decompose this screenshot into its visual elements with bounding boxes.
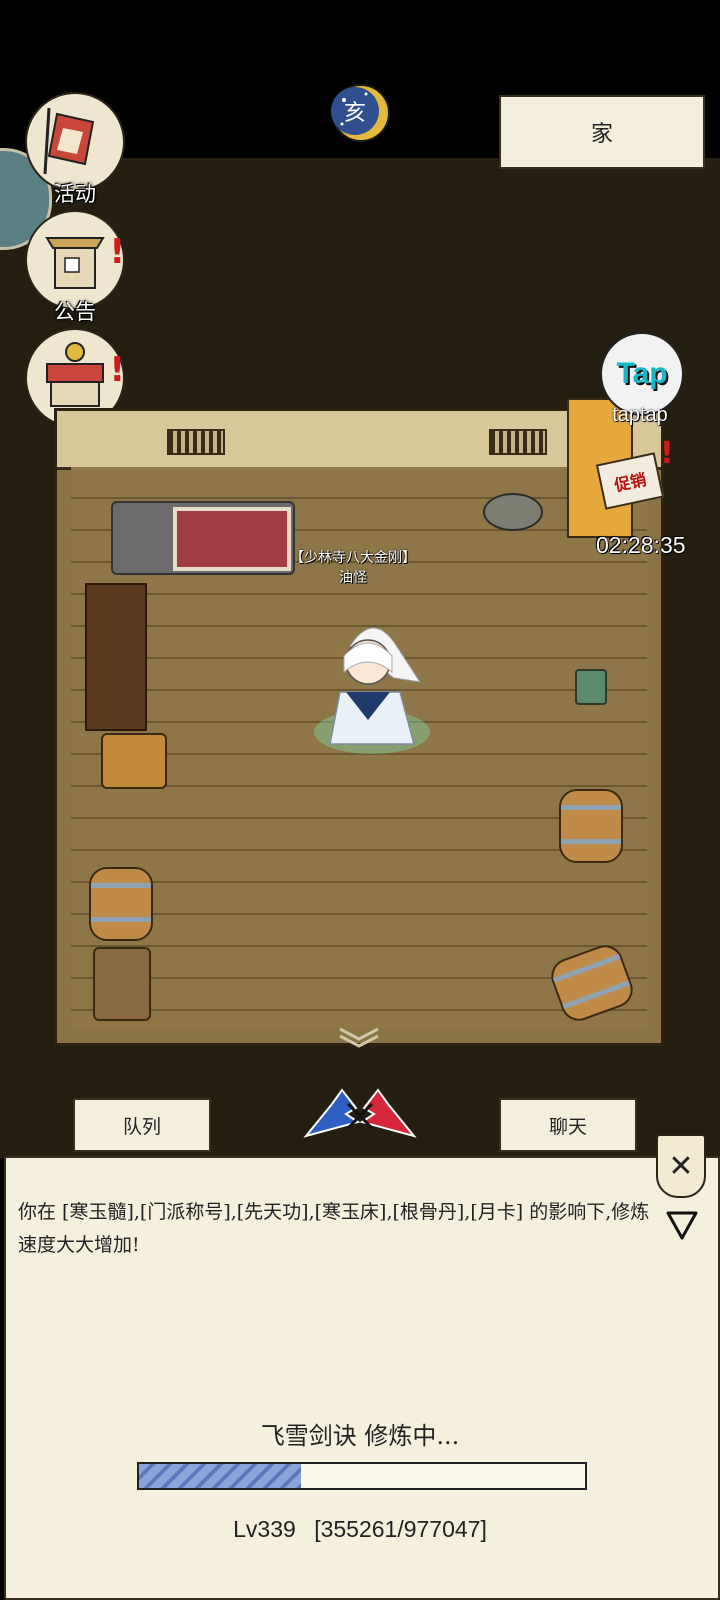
player-character[interactable]: [310, 612, 434, 760]
training-progress-fill: [139, 1464, 302, 1488]
storage-chest[interactable]: [93, 947, 151, 1021]
shop-alert-badge: !: [109, 350, 125, 390]
location-label: 家: [499, 95, 705, 169]
taptap-logo-text: Tap: [616, 357, 668, 390]
training-progress-bar: [137, 1462, 587, 1490]
barrel[interactable]: [559, 789, 623, 863]
wall-vent: [489, 429, 547, 455]
npc-title: 【少林寺八大金刚】: [290, 550, 416, 566]
turtle[interactable]: [483, 493, 543, 531]
activity-button[interactable]: 活动: [25, 92, 125, 206]
level-readout: Lv339 [355261/977047]: [0, 1516, 720, 1543]
promo-timer: 02:28:35: [596, 532, 686, 558]
wall-vent: [167, 429, 225, 455]
scroll-down-chevron-icon[interactable]: [336, 1026, 382, 1048]
announcement-alert-badge: !: [109, 232, 125, 272]
chat-tab-button[interactable]: 聊天: [499, 1098, 637, 1152]
queue-tab-button[interactable]: 队列: [73, 1098, 211, 1152]
flower-pot[interactable]: [575, 669, 607, 705]
barrel[interactable]: [89, 867, 153, 941]
collapse-triangle-icon[interactable]: [664, 1208, 700, 1242]
training-status-title: 飞雪剑诀 修炼中...: [260, 1422, 460, 1450]
training-buff-message: 你在 [寒玉髓],[门派称号],[先天功],[寒玉床],[根骨丹],[月卡] 的…: [18, 1201, 650, 1256]
taptap-caption: taptap: [612, 404, 668, 426]
close-icon[interactable]: ✕: [656, 1134, 706, 1198]
moon-time-icon[interactable]: 亥: [330, 82, 392, 144]
level-value: Lv339: [233, 1516, 296, 1542]
exp-value: [355261/977047]: [314, 1516, 487, 1542]
flag-icon: [43, 107, 95, 175]
announcement-label: 公告: [54, 300, 96, 324]
bookshelf[interactable]: [85, 583, 147, 731]
battle-crossed-fighters-icon[interactable]: [298, 1084, 422, 1144]
promo-alert-badge: !: [660, 436, 674, 471]
npc-name: 油怪: [339, 570, 367, 586]
announcement-button[interactable]: ! 公告: [25, 210, 125, 324]
treasure-chest[interactable]: [101, 733, 167, 789]
moon-glyph: 亥: [344, 101, 366, 126]
activity-label: 活动: [54, 182, 96, 206]
npc-nameplate: 【少林寺八大金刚】 油怪: [248, 548, 458, 588]
